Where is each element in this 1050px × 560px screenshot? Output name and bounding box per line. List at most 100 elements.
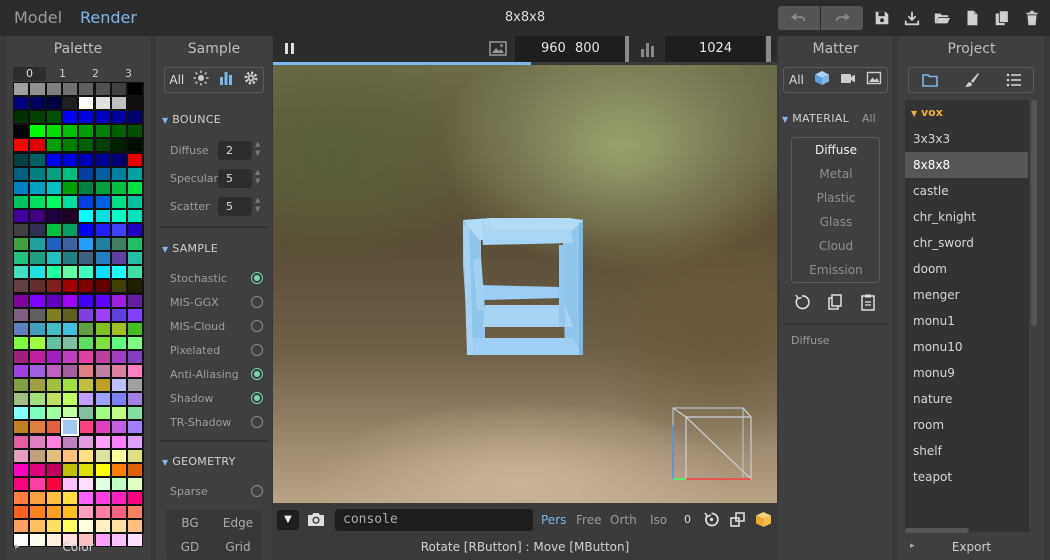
palette-swatch[interactable] <box>94 307 111 322</box>
palette-swatch[interactable] <box>29 519 46 534</box>
palette-swatch[interactable] <box>61 223 79 238</box>
palette-swatch[interactable] <box>127 505 144 520</box>
grid-button[interactable]: Grid <box>214 540 262 554</box>
palette-swatch[interactable] <box>78 349 95 364</box>
palette-swatch[interactable] <box>29 293 46 308</box>
material-item[interactable]: Metal <box>792 167 880 181</box>
palette-tab-2[interactable]: 2 <box>79 67 112 81</box>
palette-swatch[interactable] <box>13 166 30 181</box>
palette-swatch[interactable] <box>78 420 95 435</box>
project-item[interactable]: monu1 <box>905 308 1028 334</box>
palette-swatch[interactable] <box>29 166 46 181</box>
palette-swatch[interactable] <box>127 166 144 181</box>
palette-swatch[interactable] <box>29 96 46 111</box>
palette-swatch[interactable] <box>13 251 30 266</box>
palette-swatch[interactable] <box>61 462 79 477</box>
new-file-button[interactable] <box>962 6 982 30</box>
palette-swatch[interactable] <box>110 420 128 435</box>
palette-swatch[interactable] <box>29 152 46 167</box>
palette-swatch[interactable] <box>110 364 128 379</box>
palette-swatch[interactable] <box>127 293 144 308</box>
palette-swatch[interactable] <box>45 96 62 111</box>
material-item[interactable]: Emission <box>792 263 880 277</box>
palette-swatch[interactable] <box>13 307 30 322</box>
palette-swatch[interactable] <box>61 448 79 463</box>
palette-swatch[interactable] <box>45 208 62 223</box>
duplicate-button[interactable] <box>992 6 1012 30</box>
palette-swatch[interactable] <box>94 335 111 350</box>
palette-swatch[interactable] <box>29 406 46 421</box>
material-item[interactable]: Glass <box>792 215 880 229</box>
export-button[interactable]: Export <box>899 540 1044 554</box>
palette-swatch[interactable] <box>127 335 144 350</box>
project-horizontal-scrollbar[interactable] <box>905 528 969 533</box>
palette-swatch[interactable] <box>94 279 111 294</box>
palette-swatch[interactable] <box>45 378 62 393</box>
palette-swatch[interactable] <box>110 96 128 111</box>
bounce-group-title[interactable]: ▼ BOUNCE <box>162 113 221 126</box>
palette-swatch[interactable] <box>29 378 46 393</box>
palette-tab-1[interactable]: 1 <box>46 67 79 81</box>
palette-swatch[interactable] <box>78 307 95 322</box>
palette-swatch[interactable] <box>127 378 144 393</box>
project-item[interactable]: teapot <box>905 464 1028 490</box>
palette-swatch[interactable] <box>45 166 62 181</box>
palette-swatch[interactable] <box>61 490 79 505</box>
palette-swatch[interactable] <box>61 505 79 520</box>
orientation-gizmo[interactable] <box>672 407 752 481</box>
palette-swatch[interactable] <box>127 138 144 153</box>
palette-swatch[interactable] <box>78 223 95 238</box>
palette-swatch[interactable] <box>94 349 111 364</box>
palette-swatch[interactable] <box>94 321 111 336</box>
palette-swatch[interactable] <box>110 335 128 350</box>
palette-swatch[interactable] <box>110 476 128 491</box>
palette-swatch[interactable] <box>110 307 128 322</box>
redo-button[interactable] <box>821 6 863 30</box>
palette-swatch[interactable] <box>94 251 111 266</box>
palette-swatch[interactable] <box>127 519 144 534</box>
palette-swatch[interactable] <box>29 138 46 153</box>
palette-swatch[interactable] <box>110 251 128 266</box>
palette-swatch[interactable] <box>29 124 46 139</box>
bg-button[interactable]: BG <box>166 516 214 530</box>
bounce-specular-stepper[interactable]: ▲ ▼ <box>255 168 260 186</box>
palette-swatch[interactable] <box>61 364 79 379</box>
palette-swatch[interactable] <box>13 406 30 421</box>
palette-swatch[interactable] <box>29 420 46 435</box>
palette-swatch[interactable] <box>110 448 128 463</box>
palette-swatch[interactable] <box>78 124 95 139</box>
palette-swatch[interactable] <box>78 265 95 280</box>
palette-swatch[interactable] <box>13 335 30 350</box>
palette-swatch[interactable] <box>127 110 144 125</box>
palette-swatch[interactable] <box>94 152 111 167</box>
palette-swatch[interactable] <box>110 124 128 139</box>
palette-swatch[interactable] <box>13 392 30 407</box>
cube-box-icon[interactable] <box>755 511 772 532</box>
palette-swatch[interactable] <box>61 82 79 97</box>
palette-swatch[interactable] <box>110 82 128 97</box>
palette-swatch[interactable] <box>61 237 79 252</box>
palette-swatch[interactable] <box>45 349 62 364</box>
bar-chart-icon[interactable] <box>218 70 234 90</box>
palette-swatch[interactable] <box>29 194 46 209</box>
palette-swatch[interactable] <box>127 321 144 336</box>
palette-swatch[interactable] <box>61 194 79 209</box>
resolution-width[interactable]: 960 <box>541 41 566 56</box>
palette-swatch[interactable] <box>61 392 79 407</box>
samples-count[interactable]: 1024 <box>699 41 732 56</box>
palette-swatch[interactable] <box>94 265 111 280</box>
project-item[interactable]: monu9 <box>905 360 1028 386</box>
palette-swatch[interactable] <box>110 490 128 505</box>
sample-option-radio[interactable] <box>251 392 263 404</box>
palette-swatch[interactable] <box>45 307 62 322</box>
palette-swatch[interactable] <box>78 293 95 308</box>
project-item[interactable]: 8x8x8 <box>905 152 1028 178</box>
reset-material-icon[interactable] <box>793 293 811 315</box>
palette-swatch[interactable] <box>110 138 128 153</box>
palette-swatch[interactable] <box>45 138 62 153</box>
brush-icon[interactable] <box>951 68 993 92</box>
palette-swatch[interactable] <box>94 434 111 449</box>
palette-swatch[interactable] <box>29 321 46 336</box>
palette-swatch[interactable] <box>29 335 46 350</box>
palette-swatch[interactable] <box>94 166 111 181</box>
